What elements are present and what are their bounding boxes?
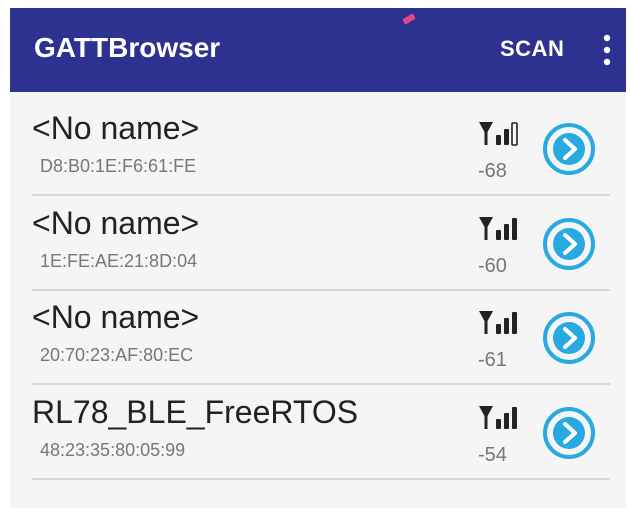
app-screen: GATTBrowser SCAN <No name> D8:B0:1E:F6:61… xyxy=(10,8,626,508)
row-divider xyxy=(32,477,610,480)
device-address: 48:23:35:80:05:99 xyxy=(40,439,186,460)
signal-strength-icon xyxy=(479,216,517,240)
rssi-value: -61 xyxy=(478,349,507,371)
signal-strength-icon xyxy=(479,311,517,334)
rssi-value: -68 xyxy=(478,160,507,182)
signal-strength-icon xyxy=(479,405,517,429)
scan-button[interactable]: SCAN xyxy=(500,36,564,62)
app-title: GATTBrowser xyxy=(34,32,221,63)
device-row[interactable]: <No name> 1E:FE:AE:21:8D:04 -60 xyxy=(10,197,626,291)
device-row[interactable]: RL78_BLE_FreeRTOS 48:23:35:80:05:99 -54 xyxy=(10,386,626,480)
more-vert-icon[interactable] xyxy=(598,32,616,68)
device-address: 20:70:23:AF:80:EC xyxy=(40,345,194,365)
play-arrow-circle-icon[interactable] xyxy=(542,217,596,271)
play-arrow-circle-icon[interactable] xyxy=(542,311,596,365)
app-bar: GATTBrowser SCAN xyxy=(10,8,626,92)
device-address: 1E:FE:AE:21:8D:04 xyxy=(40,250,198,271)
rssi-value: -54 xyxy=(478,443,507,466)
device-name: <No name> xyxy=(32,110,200,146)
device-name: RL78_BLE_FreeRTOS xyxy=(32,393,359,430)
play-arrow-circle-icon[interactable] xyxy=(542,122,596,176)
device-row[interactable]: <No name> D8:B0:1E:F6:61:FE -68 xyxy=(10,102,626,196)
device-name: <No name> xyxy=(32,204,200,241)
device-name: <No name> xyxy=(32,299,200,335)
play-arrow-circle-icon[interactable] xyxy=(542,406,596,460)
status-indicator-mark xyxy=(402,13,416,25)
device-row[interactable]: <No name> 20:70:23:AF:80:EC -61 xyxy=(10,291,626,385)
signal-strength-icon xyxy=(479,122,518,146)
rssi-value: -60 xyxy=(478,254,507,277)
device-address: D8:B0:1E:F6:61:FE xyxy=(40,156,197,176)
